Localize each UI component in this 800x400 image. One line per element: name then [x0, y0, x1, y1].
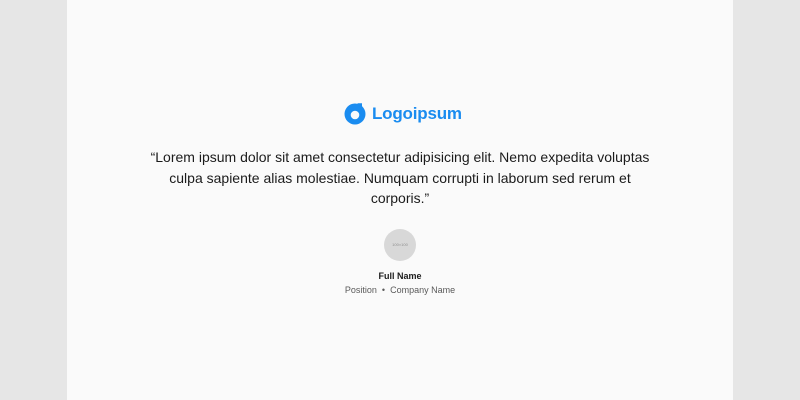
author-name: Full Name: [378, 271, 422, 281]
testimonial-section: Logoipsum “Lorem ipsum dolor sit amet co…: [67, 0, 733, 400]
logoipsum-mark-icon: [344, 103, 366, 125]
author-position: Position: [344, 285, 377, 295]
company-name: Company Name: [390, 285, 456, 295]
avatar-placeholder-label: 100×100: [392, 242, 408, 247]
meta-separator: •: [381, 285, 386, 295]
testimonial-quote: “Lorem ipsum dolor sit amet consectetur …: [150, 149, 650, 206]
brand-name: Logoipsum: [372, 104, 462, 123]
avatar: 100×100: [384, 229, 416, 261]
author-meta: Position • Company Name: [67, 284, 733, 296]
brand-logo: Logoipsum: [343, 101, 462, 127]
